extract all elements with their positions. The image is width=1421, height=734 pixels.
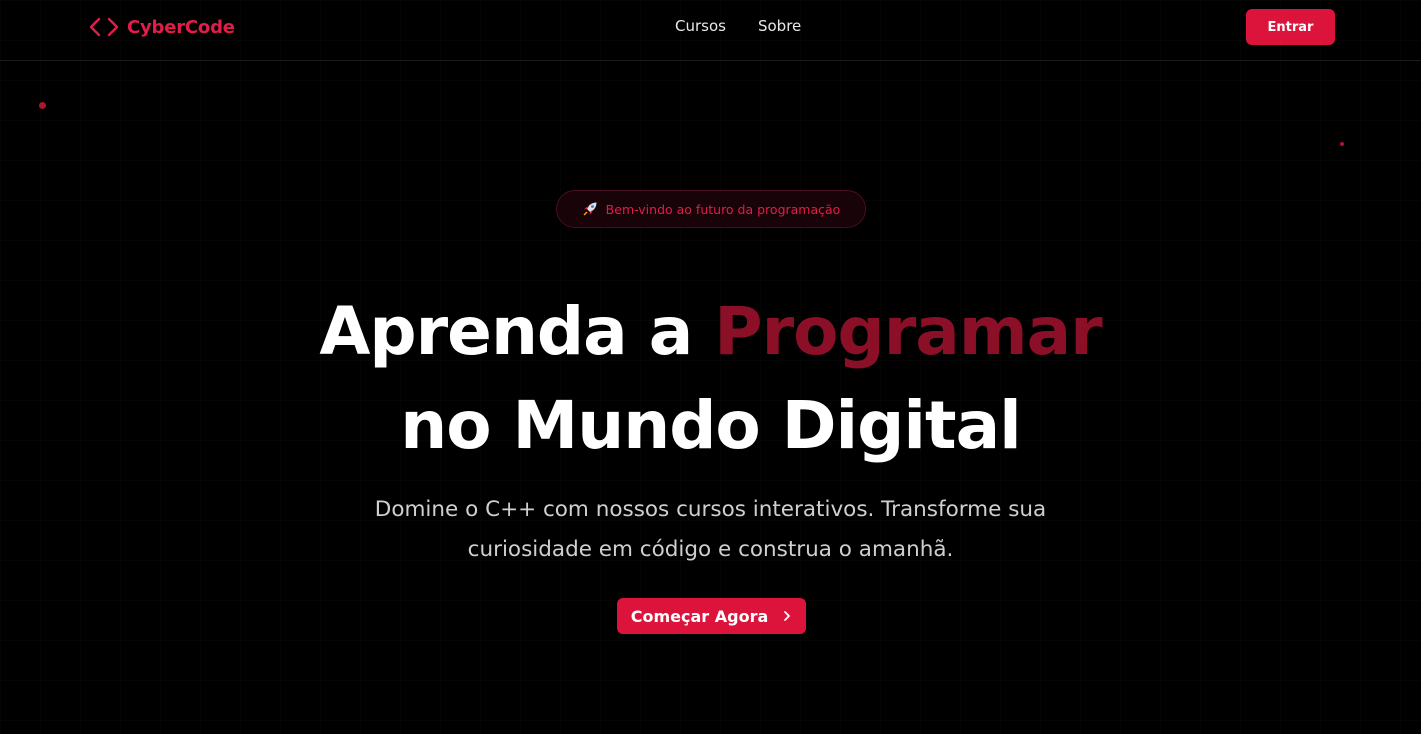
hero-title-accent: Programar xyxy=(714,293,1102,370)
hero-title-part1: Aprenda a xyxy=(319,293,715,370)
start-now-button[interactable]: Começar Agora xyxy=(617,598,806,634)
hero-description-text: Domine o C++ com nossos cursos interativ… xyxy=(374,497,1047,562)
hero-title-line2: no Mundo Digital xyxy=(400,387,1022,464)
logo[interactable]: CyberCode xyxy=(88,15,235,39)
main-nav: Cursos Sobre xyxy=(675,17,801,35)
rocket-icon xyxy=(582,201,598,217)
nav-link-sobre[interactable]: Sobre xyxy=(758,17,801,35)
decorative-dot xyxy=(39,102,46,109)
welcome-badge: Bem-vindo ao futuro da programação xyxy=(556,190,866,228)
chevron-right-icon xyxy=(782,610,792,622)
top-navbar: CyberCode Cursos Sobre Entrar xyxy=(0,0,1421,61)
landing-page: CyberCode Cursos Sobre Entrar Bem-vindo … xyxy=(0,0,1421,734)
nav-link-cursos[interactable]: Cursos xyxy=(675,17,726,35)
badge-text: Bem-vindo ao futuro da programação xyxy=(605,201,841,217)
login-button[interactable]: Entrar xyxy=(1246,9,1335,45)
hero-description: Domine o C++ com nossos cursos interativ… xyxy=(0,490,1421,570)
hero-title: Aprenda a Programar no Mundo Digital xyxy=(0,285,1421,473)
start-now-label: Começar Agora xyxy=(630,606,769,626)
logo-text: CyberCode xyxy=(127,16,235,38)
decorative-dot xyxy=(1340,142,1344,146)
code-brackets-icon xyxy=(88,16,120,38)
